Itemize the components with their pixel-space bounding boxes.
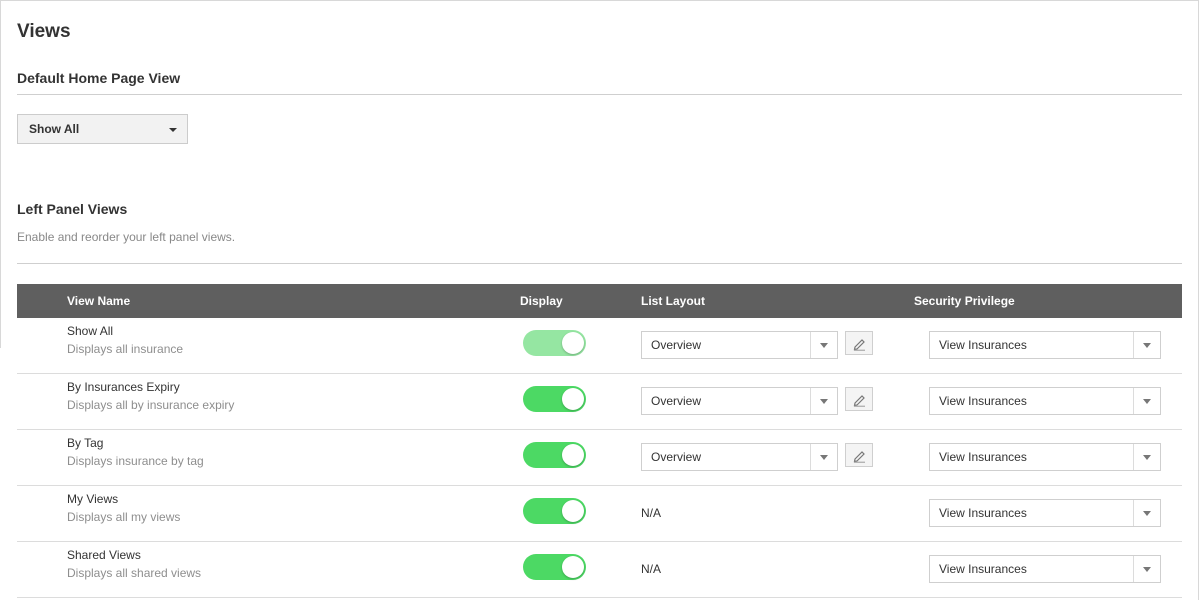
security-privilege-select[interactable]: View Insurances [929,499,1161,527]
list-layout-select[interactable]: Overview [641,443,838,471]
list-layout-value: Overview [651,394,702,408]
security-privilege-select[interactable]: View Insurances [929,555,1161,583]
dropdown-arrow-icon [1133,388,1160,414]
view-description: Displays all insurance [67,342,184,356]
security-privilege-value: View Insurances [939,562,1027,576]
display-toggle[interactable] [523,554,586,580]
table-row: Shared Views Displays all shared views N/A… [17,542,1182,598]
security-privilege-select[interactable]: View Insurances [929,443,1161,471]
view-name: By Insurances Expiry [67,380,180,394]
column-header-display: Display [520,294,563,308]
dropdown-arrow-icon [1133,444,1160,470]
default-home-heading: Default Home Page View [17,70,181,86]
pencil-icon [853,451,865,463]
divider [17,94,1182,95]
pencil-icon [853,339,865,351]
view-description: Displays insurance by tag [67,454,204,468]
toggle-knob [562,444,584,466]
default-home-view-select[interactable]: Show All [17,114,188,144]
table-row: By Insurances Expiry Displays all by insu… [17,374,1182,430]
dropdown-arrow-icon [810,388,837,414]
edit-layout-button[interactable] [845,443,873,467]
views-page: Views Default Home Page View Show All Le… [0,0,1199,600]
list-layout-select[interactable]: Overview [641,331,838,359]
security-privilege-select[interactable]: View Insurances [929,387,1161,415]
toggle-knob [562,556,584,578]
security-privilege-value: View Insurances [939,506,1027,520]
view-name: By Tag [67,436,104,450]
table-body: Show All Displays all insurance Overview Vi… [17,318,1182,598]
dropdown-arrow-icon [1133,500,1160,526]
table-row: By Tag Displays insurance by tag Overview V… [17,430,1182,486]
column-header-view-name: View Name [67,294,131,308]
toggle-knob [562,388,584,410]
divider [17,263,1182,264]
view-name: Show All [67,324,114,338]
left-panel-heading: Left Panel Views [17,201,128,217]
display-toggle[interactable] [523,386,586,412]
list-layout-na: N/A [641,562,662,576]
left-panel-views-table: View Name Display List Layout Security P… [17,284,1182,598]
list-layout-na: N/A [641,506,662,520]
table-header: View Name Display List Layout Security P… [17,284,1182,318]
display-toggle[interactable] [523,330,586,356]
left-panel-subtitle: Enable and reorder your left panel views… [17,230,236,244]
security-privilege-select[interactable]: View Insurances [929,331,1161,359]
table-row: Show All Displays all insurance Overview Vi… [17,318,1182,374]
display-toggle[interactable] [523,442,586,468]
dropdown-arrow-icon [1133,332,1160,358]
toggle-knob [562,500,584,522]
page-title: Views [17,21,71,42]
security-privilege-value: View Insurances [939,450,1027,464]
list-layout-value: Overview [651,338,702,352]
view-description: Displays all my views [67,510,181,524]
view-name: My Views [67,492,119,506]
view-name: Shared Views [67,548,141,562]
dropdown-arrow-icon [810,444,837,470]
panel-border [0,1,1,348]
default-home-view-value: Show All [29,122,80,136]
edit-layout-button[interactable] [845,387,873,411]
edit-layout-button[interactable] [845,331,873,355]
toggle-knob [562,332,584,354]
dropdown-arrow-icon [1133,556,1160,582]
dropdown-arrow-icon [810,332,837,358]
security-privilege-value: View Insurances [939,338,1027,352]
security-privilege-value: View Insurances [939,394,1027,408]
view-description: Displays all shared views [67,566,202,580]
pencil-icon [853,395,865,407]
table-row: My Views Displays all my views N/A View Ins… [17,486,1182,542]
view-description: Displays all by insurance expiry [67,398,235,412]
caret-down-icon [169,128,177,132]
list-layout-value: Overview [651,450,702,464]
display-toggle[interactable] [523,498,586,524]
list-layout-select[interactable]: Overview [641,387,838,415]
column-header-list-layout: List Layout [641,294,706,308]
column-header-security-privilege: Security Privilege [914,294,1015,308]
